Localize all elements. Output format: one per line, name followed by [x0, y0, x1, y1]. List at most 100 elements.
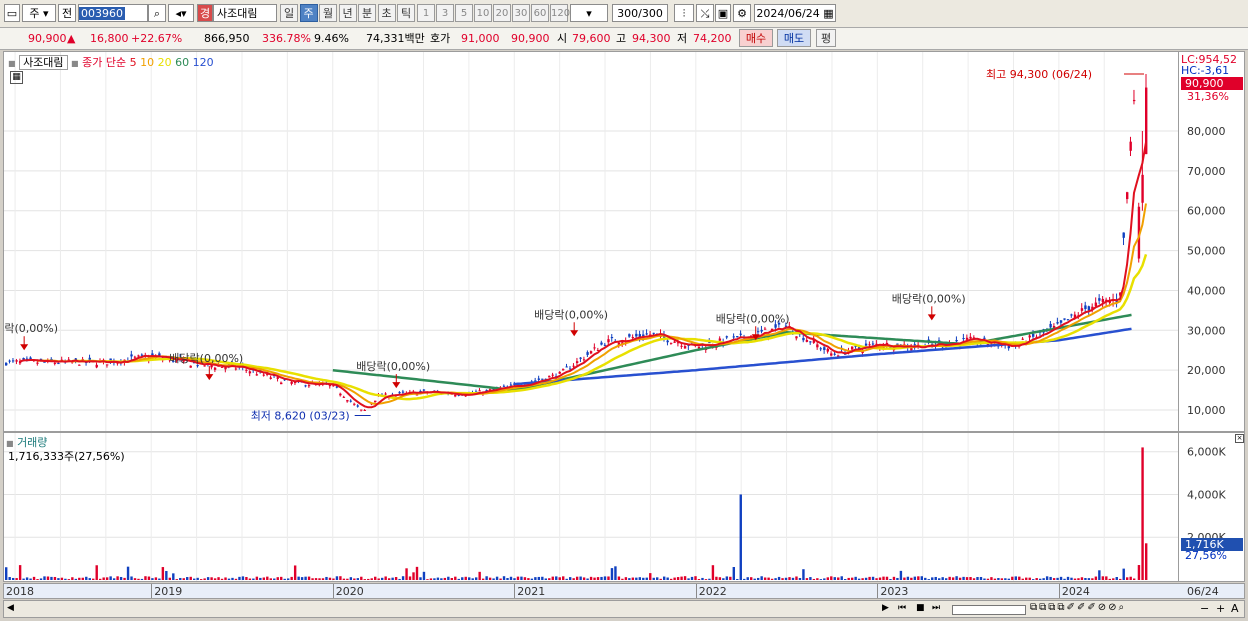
period-button-1[interactable]: 주 [299, 4, 318, 22]
candle-body [850, 346, 854, 350]
dividend-arrow-head-icon [927, 314, 936, 321]
price-axis: 80,000 70,000 60,000 50,000 40,000 30,000 20,0… [1179, 51, 1245, 432]
gear-icon[interactable]: ⚙ [733, 4, 751, 22]
close-icon[interactable]: × [1235, 434, 1244, 443]
quote-low-label: 저 [677, 32, 688, 45]
period-button-5[interactable]: 초 [377, 4, 396, 22]
volume-bar [297, 576, 300, 580]
volume-bar [857, 578, 861, 580]
volume-bar [694, 576, 697, 580]
candle-icon[interactable]: ⫶ [674, 4, 694, 22]
volume-bar [241, 576, 245, 580]
x-axis-label: 2018 [6, 585, 34, 598]
layout-icon[interactable]: ▭ [4, 4, 20, 22]
candle-body [593, 347, 596, 349]
buy-button[interactable]: 매수 [739, 29, 773, 47]
zoom-slider[interactable] [952, 605, 1026, 615]
quote-volume: 866,950 [204, 32, 250, 45]
interval-button-30[interactable]: 30 [512, 4, 530, 22]
scroll-bar[interactable]: ◀ ▶ ⏮ ■ ⏭ ⧉⧉⧉⧉✐✐✐⊘⊘⌕ − + A [3, 600, 1245, 618]
stock-code-input[interactable]: 003960 [78, 4, 148, 22]
volume-bar [990, 577, 993, 580]
period-button-6[interactable]: 틱 [397, 4, 415, 22]
interval-button-10[interactable]: 10 [474, 4, 492, 22]
interval-button-5[interactable]: 5 [455, 4, 473, 22]
auto-scale-icon[interactable]: A [1231, 602, 1239, 615]
interval-button-1[interactable]: 1 [417, 4, 435, 22]
volume-bar [527, 578, 530, 580]
eval-button[interactable]: 평 [816, 29, 836, 47]
price-panel[interactable]: 배당락(0,00%) 배당락(0,00%) 배당락(0,00%) 배당락(0,00%)… [3, 51, 1179, 432]
volume-bar [199, 579, 203, 580]
zoom-in-icon[interactable]: + [1216, 602, 1225, 615]
volume-bar [468, 577, 471, 580]
speaker-icon[interactable]: ◂▾ [168, 4, 194, 22]
volume-bar [196, 577, 199, 580]
volume-bar [690, 576, 694, 580]
candle-body [203, 365, 206, 367]
interval-button-20[interactable]: 20 [493, 4, 511, 22]
candle-body [635, 333, 638, 337]
interval-button-3[interactable]: 3 [436, 4, 454, 22]
play-icon[interactable]: ▶ [882, 603, 889, 613]
volume-bar [18, 565, 22, 580]
x-axis-tick [514, 584, 516, 598]
table-icon[interactable]: ▦ [10, 71, 23, 84]
volume-panel[interactable]: ■ 거래량 1,716,333주(27,56%) [3, 432, 1179, 582]
candle-body [398, 392, 401, 394]
volume-bar [433, 578, 436, 580]
period-button-4[interactable]: 분 [358, 4, 376, 22]
volume-bar [1011, 576, 1014, 580]
drawing-icon[interactable]: ⤯ [696, 4, 714, 22]
volume-bar [300, 577, 304, 580]
interval-button-120[interactable]: 120 [550, 4, 570, 22]
rewind-icon[interactable]: ⏮ [898, 603, 906, 613]
period-type-select[interactable]: 주 ▾ [22, 4, 56, 22]
zoom-out-icon[interactable]: − [1200, 602, 1209, 615]
forward-icon[interactable]: ⏭ [932, 603, 940, 613]
volume-bar [227, 578, 231, 580]
volume-bar [997, 578, 1000, 580]
volume-bar [1132, 578, 1136, 580]
period-button-2[interactable]: 월 [319, 4, 337, 22]
volume-bar [161, 567, 165, 580]
candle-body [565, 366, 568, 368]
volume-bar [8, 577, 11, 580]
candle-body [537, 378, 541, 380]
count-field[interactable]: 300/300 [612, 4, 668, 22]
volume-bar [844, 579, 847, 580]
save-icon[interactable]: ▣ [715, 4, 731, 22]
period-button-3[interactable]: 년 [338, 4, 357, 22]
volume-bar [71, 577, 74, 580]
volume-readout: 1,716,333주(27,56%) [8, 450, 125, 463]
high-note: 최고 94,300 (06/24) [986, 68, 1092, 81]
volume-bar [109, 576, 112, 580]
volume-bar [631, 577, 635, 580]
period-button-0[interactable]: 일 [280, 4, 298, 22]
volume-bar [363, 579, 366, 580]
x-axis-label: 2019 [154, 585, 183, 598]
interval-select[interactable]: ▾ [570, 4, 608, 22]
candle-body [349, 400, 353, 402]
date-field[interactable]: 2024/06/24 ▦ [754, 4, 836, 22]
volume-bar [1049, 576, 1052, 580]
candle-body [589, 351, 593, 354]
search-icon[interactable]: ⌕ [148, 4, 166, 22]
volume-bar [833, 577, 836, 580]
interval-button-60[interactable]: 60 [531, 4, 549, 22]
prev-button[interactable]: 전 [58, 4, 76, 22]
drawing-tools-icon[interactable]: ⧉⧉⧉⧉✐✐✐⊘⊘⌕ [1030, 602, 1126, 613]
last-volume-pct: 27,56% [1185, 549, 1227, 562]
dividend-label: 배당락(0,00%) [4, 322, 58, 335]
candle-body [95, 364, 98, 368]
volume-bar [777, 576, 781, 580]
volume-axis: 6,000K4,000K2,000K 1,716K 27,56% × [1179, 432, 1245, 582]
candle-body [105, 364, 109, 366]
volume-bar [356, 578, 360, 580]
volume-bar [1014, 576, 1017, 580]
volume-bar [123, 577, 126, 580]
volume-bar [704, 579, 708, 580]
scroll-left-icon[interactable]: ◀ [7, 603, 14, 613]
stop-icon[interactable]: ■ [916, 603, 925, 613]
sell-button[interactable]: 매도 [777, 29, 811, 47]
